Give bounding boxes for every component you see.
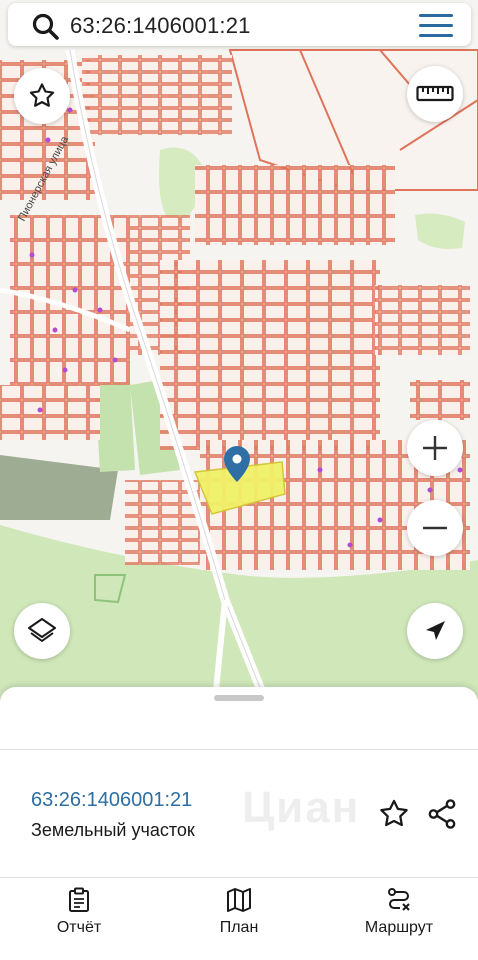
hamburger-menu-icon[interactable] [419, 14, 453, 38]
search-input[interactable]: 63:26:1406001:21 [70, 13, 251, 39]
parcel-type: Земельный участок [31, 820, 195, 840]
star-outline-icon [29, 83, 55, 107]
route-icon [388, 888, 410, 911]
search-bar[interactable]: 63:26:1406001:21 [8, 3, 471, 46]
ruler-icon [416, 85, 454, 102]
share-icon[interactable] [425, 797, 459, 831]
minus-icon [423, 526, 447, 530]
cian-watermark: Циан [242, 783, 361, 832]
nav-plan-label: План [219, 919, 259, 936]
navigation-arrow-icon [426, 621, 445, 640]
star-outline-icon[interactable] [377, 797, 411, 831]
favorite-button[interactable] [14, 68, 70, 124]
parcel-bottom-sheet[interactable]: Циан 63:26:1406001:21 Земельный участок … [0, 687, 478, 960]
layers-icon [28, 618, 56, 642]
nav-route-label: Маршрут [364, 919, 434, 936]
zoom-out-button[interactable] [407, 500, 463, 556]
zoom-in-button[interactable] [407, 420, 463, 476]
my-location-button[interactable] [407, 603, 463, 659]
divider [0, 749, 478, 750]
plus-icon [423, 436, 447, 460]
nav-plan[interactable]: План [208, 887, 270, 947]
sheet-drag-handle[interactable] [214, 695, 264, 701]
parcel-cadastral-number[interactable]: 63:26:1406001:21 [31, 789, 192, 812]
nav-report[interactable]: Отчёт [48, 887, 110, 947]
search-icon[interactable] [30, 11, 62, 43]
ruler-button[interactable] [407, 66, 463, 122]
map-view[interactable]: Пионерская улица [0, 0, 478, 700]
nav-route[interactable]: Маршрут [355, 887, 443, 947]
report-icon [69, 887, 89, 912]
map-plan-icon [227, 888, 251, 912]
divider [0, 877, 478, 878]
nav-report-label: Отчёт [56, 919, 102, 936]
layers-button[interactable] [14, 603, 70, 659]
